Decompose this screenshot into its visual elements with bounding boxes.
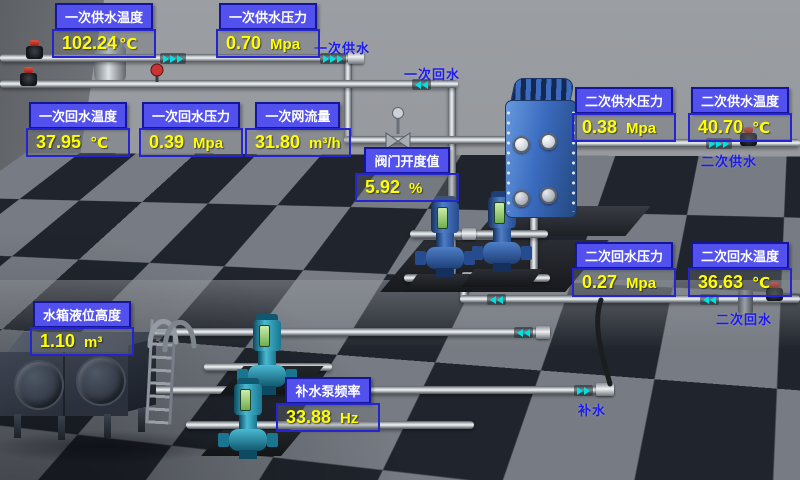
sensor-secondary-supply-pressure: 二次供水压力 0.38Mpa: [572, 87, 676, 142]
pipe-coupling: [536, 326, 550, 339]
scada-hmi-screen: 一次供水 一次回水 二次供水 二次回水 补水 一次供水温度 102.24℃ 一次…: [0, 0, 800, 480]
sensor-value: 33.88Hz: [276, 403, 380, 432]
sensor-secondary-supply-temp: 二次供水温度 40.70℃: [688, 87, 792, 142]
sensor-title: 阀门开度值: [364, 147, 449, 174]
pipe-primary-return: [0, 80, 458, 88]
sensor-value: 5.92%: [355, 173, 459, 202]
tank-leg: [14, 414, 21, 438]
tank-leg: [58, 416, 65, 440]
sensor-makeup-pump-freq: 补水泵频率 33.88Hz: [276, 377, 380, 432]
sensor-valve-opening: 阀门开度值 5.92%: [355, 147, 459, 202]
sensor-title: 补水泵频率: [285, 377, 370, 404]
sensor-title: 一次回水温度: [29, 102, 127, 129]
sensor-title: 一次供水温度: [55, 3, 153, 30]
sensor-value: 40.70℃: [688, 113, 792, 142]
shutoff-valve-icon: [26, 46, 43, 59]
sensor-value: 0.70Mpa: [216, 29, 320, 58]
flow-arrows-left-icon: [487, 294, 506, 305]
tank-ladder: [145, 319, 176, 424]
sensor-value: 0.39Mpa: [139, 128, 243, 157]
sensor-secondary-return-pressure: 二次回水压力 0.27Mpa: [572, 242, 676, 297]
sensor-title: 一次供水压力: [219, 3, 317, 30]
hx-port: [513, 136, 530, 153]
sensor-value: 102.24℃: [52, 29, 156, 58]
sensor-primary-return-temp: 一次回水温度 37.95℃: [26, 102, 130, 157]
pipe-label-secondary-return: 二次回水: [716, 309, 772, 328]
sensor-value: 0.27Mpa: [572, 268, 676, 297]
pipe-label-primary-return: 一次回水: [404, 64, 460, 83]
makeup-pump-2: [225, 378, 271, 474]
hx-port: [540, 133, 557, 150]
sensor-value: 37.95℃: [26, 128, 130, 157]
sensor-title: 二次供水压力: [575, 87, 673, 114]
sensor-title: 二次回水温度: [691, 242, 789, 269]
tank-leg: [104, 414, 111, 438]
sensor-secondary-return-temp: 二次回水温度 36.63℃: [688, 242, 792, 297]
sensor-value: 0.38Mpa: [572, 113, 676, 142]
pipe-primary-supply-to-hx: [344, 136, 508, 144]
sensor-title: 一次回水压力: [142, 102, 240, 129]
sensor-tank-level: 水箱液位高度 1.10m³: [30, 301, 134, 356]
tank-manhole: [16, 362, 62, 408]
sensor-primary-supply-pressure: 一次供水压力 0.70Mpa: [216, 3, 320, 58]
hx-port: [513, 190, 530, 207]
sensor-title: 一次网流量: [255, 102, 340, 129]
flow-arrows-left-icon: [514, 327, 533, 338]
sensor-primary-supply-temp: 一次供水温度 102.24℃: [52, 3, 156, 58]
tank-leg: [138, 408, 145, 432]
flow-arrows-right-icon: [574, 385, 593, 396]
pipe-tank-line: [150, 328, 550, 336]
pipe-label-makeup: 补水: [578, 400, 606, 419]
sensor-value: 36.63℃: [688, 268, 792, 297]
sensor-title: 水箱液位高度: [33, 301, 131, 328]
shutoff-valve-icon: [20, 73, 37, 86]
hx-bolts: [506, 108, 511, 212]
sensor-primary-flow: 一次网流量 31.80m³/h: [245, 102, 351, 157]
tank-manhole: [78, 358, 124, 404]
hx-port: [540, 187, 557, 204]
sensor-title: 二次供水温度: [691, 87, 789, 114]
pipe-label-primary-supply: 一次供水: [314, 38, 370, 57]
pipe-label-secondary-supply: 二次供水: [701, 151, 757, 170]
plate-heat-exchanger: [502, 78, 580, 218]
sensor-primary-return-pressure: 一次回水压力 0.39Mpa: [139, 102, 243, 157]
circulation-pump-1: [422, 196, 468, 292]
pipe-coupling: [596, 383, 614, 396]
sensor-value: 1.10m³: [30, 327, 134, 356]
sensor-title: 二次回水压力: [575, 242, 673, 269]
flow-arrows-right-icon: [160, 53, 186, 64]
sensor-value: 31.80m³/h: [245, 128, 351, 157]
